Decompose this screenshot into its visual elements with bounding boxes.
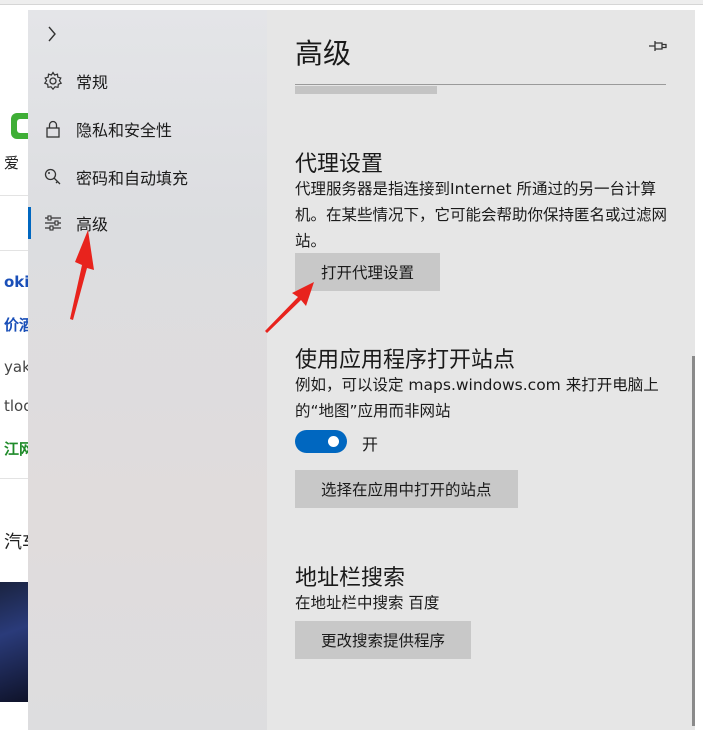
open-sites-description: 例如，可以设定 maps.windows.com 来打开电脑上的“地图”应用而非…	[295, 376, 659, 420]
key-icon	[43, 167, 63, 187]
settings-sidebar: 常规 隐私和安全性 密码和自动填充 高级	[28, 10, 267, 730]
choose-sites-button[interactable]: 选择在应用中打开的站点	[295, 470, 518, 508]
settings-panel: 常规 隐私和安全性 密码和自动填充 高级 高级 代理设置 代理服务器是指连接到I…	[28, 10, 695, 730]
toggle-knob	[328, 436, 339, 447]
address-bar-description: 在地址栏中搜索 百度	[295, 594, 440, 612]
sidebar-item-label: 隐私和安全性	[76, 121, 173, 140]
open-sites-toggle[interactable]	[295, 430, 347, 453]
sidebar-item-passwords[interactable]: 密码和自动填充	[28, 156, 267, 198]
page-title: 高级	[295, 37, 352, 70]
browser-top-bar	[0, 0, 703, 5]
sidebar-item-general[interactable]: 常规	[28, 60, 267, 102]
lock-icon	[43, 119, 63, 139]
divider	[295, 84, 666, 85]
annotation-arrow-icon	[70, 230, 94, 320]
scrollbar[interactable]	[692, 356, 695, 726]
address-bar-section-title: 地址栏搜索	[295, 566, 406, 591]
proxy-section-title: 代理设置	[295, 152, 384, 177]
pin-icon[interactable]	[647, 37, 669, 55]
open-sites-section-title: 使用应用程序打开站点	[295, 348, 516, 373]
settings-content: 高级 代理设置 代理服务器是指连接到Internet 所通过的另一台计算机。在某…	[267, 10, 695, 730]
section-indicator	[295, 86, 437, 94]
sidebar-item-privacy[interactable]: 隐私和安全性	[28, 108, 267, 150]
change-search-provider-button[interactable]: 更改搜索提供程序	[295, 621, 472, 659]
sidebar-item-label: 密码和自动填充	[76, 169, 189, 188]
sidebar-item-label: 常规	[76, 73, 109, 92]
bg-snippet: 爱	[4, 154, 20, 172]
chevron-right-icon[interactable]	[46, 24, 62, 44]
gear-icon	[43, 71, 63, 91]
proxy-description: 代理服务器是指连接到Internet 所通过的另一台计算机。在某些情况下，它可能…	[295, 180, 668, 250]
annotation-arrow-icon	[265, 282, 314, 333]
toggle-state-label: 开	[362, 435, 379, 454]
